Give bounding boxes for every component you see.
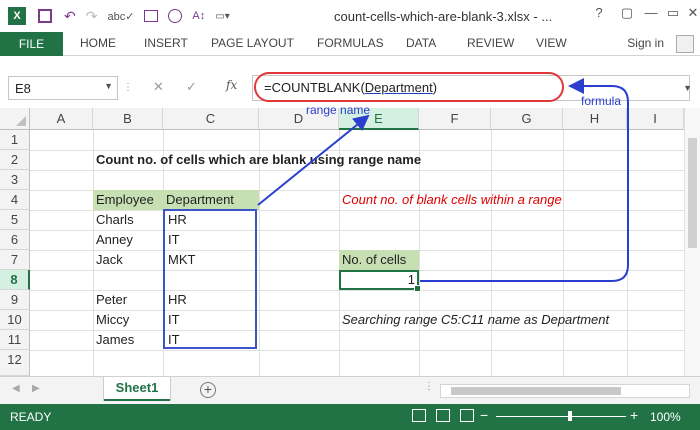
add-sheet-button[interactable]: + <box>200 382 216 398</box>
annotation-arrows <box>257 78 629 282</box>
status-ready: READY <box>10 410 52 424</box>
zoom-slider-handle[interactable] <box>568 411 572 421</box>
formula-annotation: formula <box>581 94 622 108</box>
zoom-slider[interactable] <box>496 416 626 417</box>
horizontal-scrollbar[interactable] <box>440 384 690 398</box>
horizontal-scroll-thumb[interactable] <box>451 387 621 395</box>
range-name-arrow <box>257 114 370 206</box>
prev-sheet-icon[interactable]: ◀ <box>12 383 20 394</box>
zoom-out-button[interactable]: − <box>480 407 488 423</box>
page-layout-view-icon[interactable] <box>436 409 450 422</box>
range-name-annotation: range name <box>306 103 371 117</box>
sheet-tab-bar: ◀ ▶ Sheet1 + ⋮ <box>0 376 700 404</box>
vertical-scrollbar[interactable] <box>684 108 700 376</box>
formula-arrow <box>420 78 629 282</box>
zoom-in-button[interactable]: + <box>630 407 638 423</box>
tab-sheet1[interactable]: Sheet1 <box>104 377 170 401</box>
vertical-scroll-thumb[interactable] <box>688 138 697 248</box>
zoom-level[interactable]: 100% <box>650 410 681 424</box>
normal-view-icon[interactable] <box>412 409 426 422</box>
status-bar: READY − + 100% <box>0 404 700 430</box>
tab-splitter-icon[interactable]: ⋮ <box>424 381 434 392</box>
page-break-view-icon[interactable] <box>460 409 474 422</box>
next-sheet-icon[interactable]: ▶ <box>32 383 40 394</box>
